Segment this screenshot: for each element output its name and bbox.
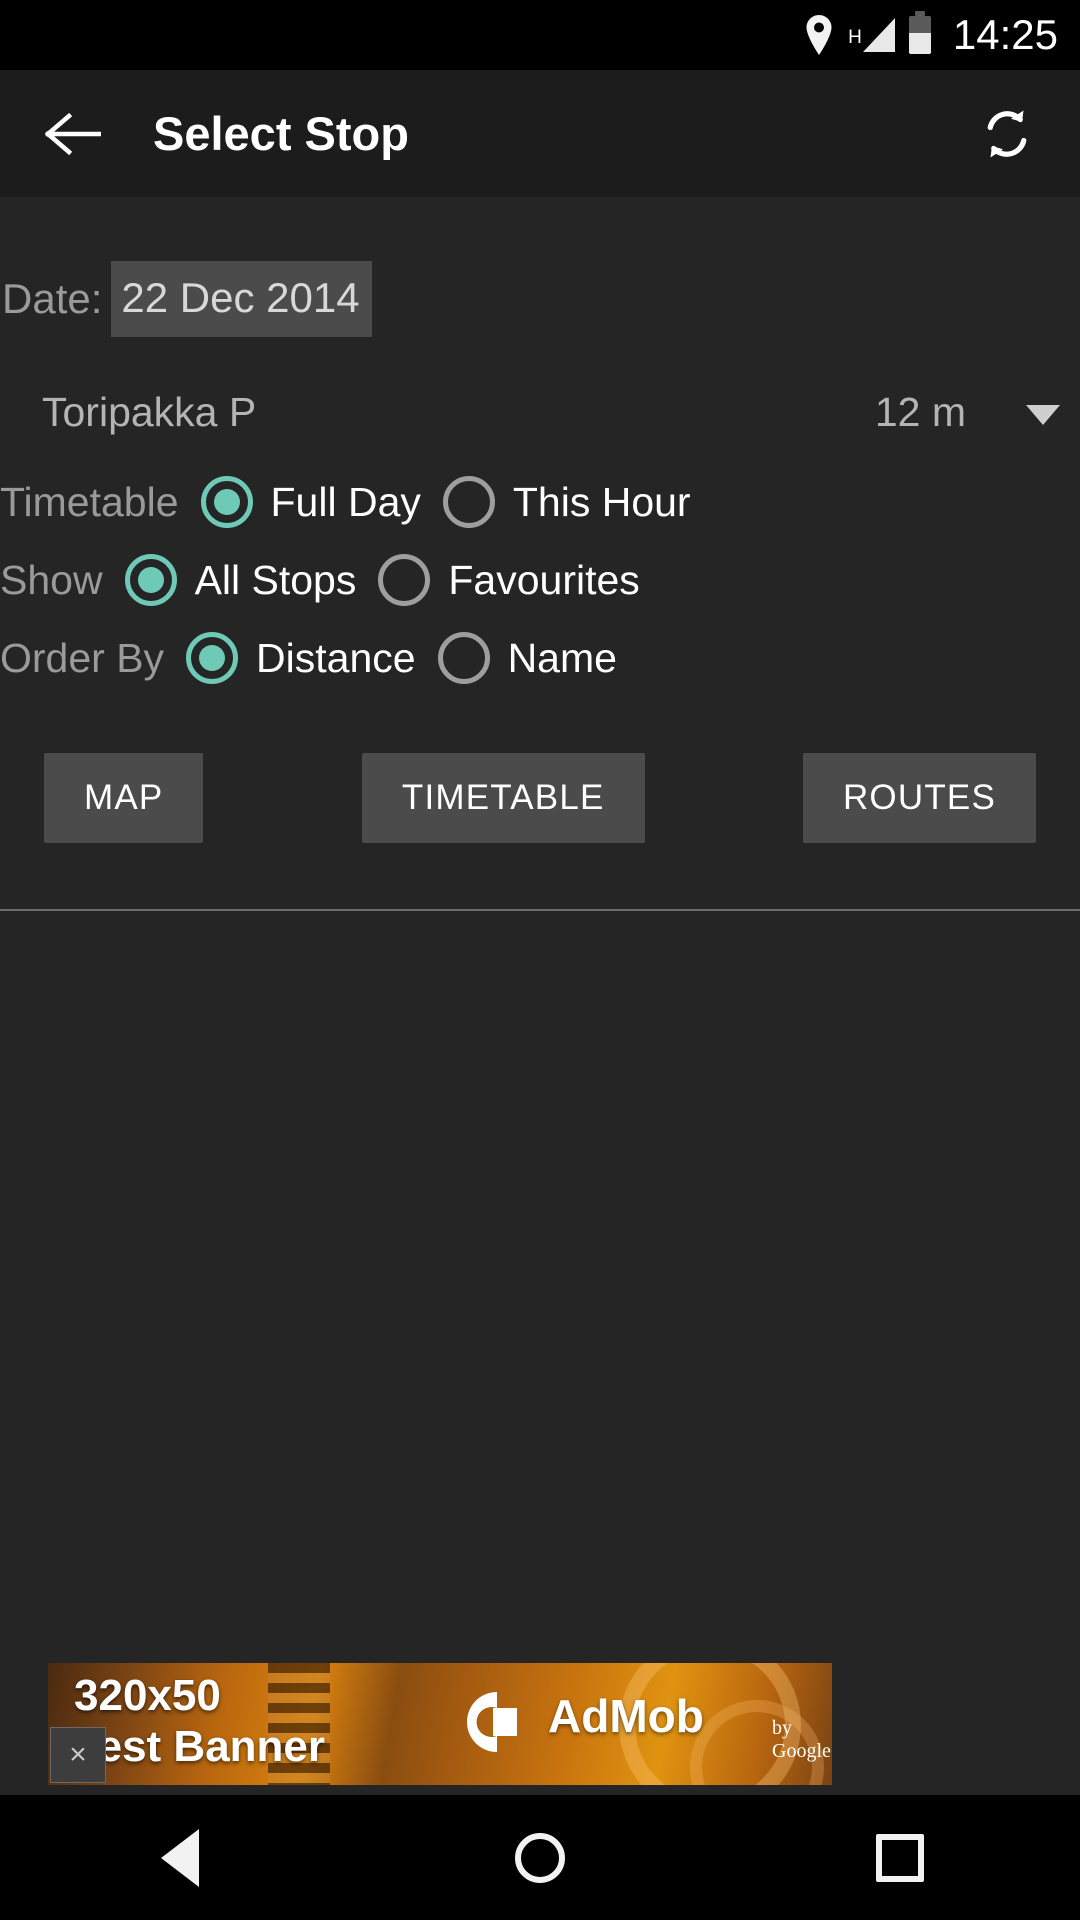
radio-timetable-full-day[interactable]	[200, 476, 253, 528]
back-arrow-icon[interactable]	[44, 105, 102, 163]
ad-size-label: 320x50	[74, 1671, 221, 1720]
radio-order-by-distance[interactable]	[186, 632, 239, 684]
option-row-order-by: Order By Distance Name	[0, 619, 1080, 697]
radio-label-timetable-this-hour[interactable]: This Hour	[513, 481, 691, 523]
option-label-show: Show	[0, 556, 103, 603]
radio-label-order-by-distance[interactable]: Distance	[256, 637, 416, 679]
radio-label-order-by-name[interactable]: Name	[508, 637, 617, 679]
page-title: Select Stop	[153, 107, 409, 160]
ad-text-block: 320x50 Test Banner	[74, 1671, 325, 1772]
option-label-timetable: Timetable	[0, 478, 179, 525]
location-pin-icon	[804, 15, 834, 55]
radio-show-all-stops[interactable]	[124, 554, 177, 606]
stop-spinner-name: Toripakka P	[42, 388, 257, 435]
nav-recents-button[interactable]	[840, 1813, 960, 1903]
nav-home-circle-icon	[515, 1832, 565, 1883]
signal-triangle-icon	[862, 18, 895, 52]
app-bar: Select Stop	[0, 70, 1080, 197]
network-type-label: H	[848, 27, 862, 48]
ad-creative[interactable]: 320x50 Test Banner AdMob by Google ×	[48, 1663, 832, 1785]
network-type-indicator: H	[848, 18, 895, 52]
date-row: Date: 22 Dec 2014	[0, 261, 1080, 337]
date-label: Date:	[2, 275, 103, 322]
nav-back-triangle-icon	[161, 1828, 199, 1887]
ad-byline-label: by Google	[772, 1717, 831, 1762]
radio-label-show-all-stops[interactable]: All Stops	[195, 559, 357, 601]
nav-home-button[interactable]	[480, 1813, 600, 1903]
option-row-timetable: Timetable Full Day This Hour	[0, 463, 1080, 541]
action-button-row: MAP TIMETABLE ROUTES	[0, 753, 1080, 843]
nav-back-button[interactable]	[120, 1813, 240, 1903]
stop-list-area[interactable]: 320x50 Test Banner AdMob by Google ×	[0, 911, 1080, 1795]
nav-recents-square-icon	[876, 1833, 924, 1882]
refresh-sync-icon[interactable]	[976, 103, 1038, 165]
date-picker-button[interactable]: 22 Dec 2014	[111, 261, 372, 337]
radio-show-favourites[interactable]	[378, 554, 431, 606]
chevron-down-icon	[1026, 405, 1060, 425]
routes-button[interactable]: ROUTES	[802, 753, 1036, 843]
ad-banner[interactable]: 320x50 Test Banner AdMob by Google ×	[48, 1663, 832, 1785]
android-navigation-bar	[0, 1795, 1080, 1920]
option-label-order-by: Order By	[0, 634, 165, 681]
radio-label-show-favourites[interactable]: Favourites	[448, 559, 639, 601]
filter-panel: Date: 22 Dec 2014 Toripakka P 12 m Timet…	[0, 197, 1080, 911]
stop-spinner-distance: 12 m	[874, 388, 966, 435]
radio-order-by-name[interactable]	[437, 632, 490, 684]
ad-brand-label: AdMob	[548, 1690, 704, 1742]
status-bar: H 14:25	[0, 0, 1080, 70]
status-bar-clock: 14:25	[952, 11, 1058, 58]
map-button[interactable]: MAP	[44, 753, 204, 843]
phone-screen: H 14:25 Select Stop Date: 22 Dec 2014 To…	[0, 0, 1080, 1920]
ad-close-button[interactable]: ×	[50, 1727, 106, 1783]
ad-title-label: Test Banner	[74, 1721, 326, 1771]
stop-spinner[interactable]: Toripakka P 12 m	[0, 383, 1080, 441]
timetable-button[interactable]: TIMETABLE	[361, 753, 645, 843]
radio-label-timetable-full-day[interactable]: Full Day	[271, 481, 421, 523]
option-row-show: Show All Stops Favourites	[0, 541, 1080, 619]
radio-timetable-this-hour[interactable]	[442, 476, 495, 528]
admob-logo-icon	[448, 1683, 530, 1765]
battery-icon	[908, 11, 931, 54]
